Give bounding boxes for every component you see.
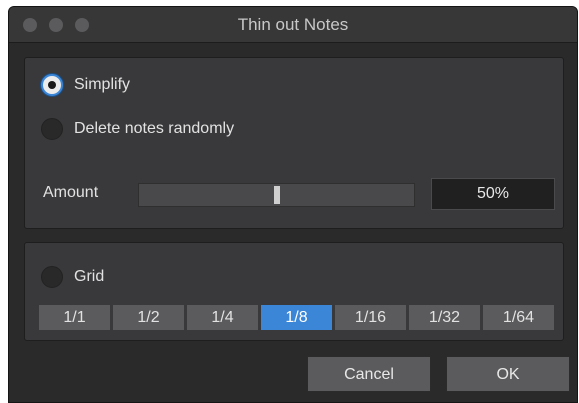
amount-value-field[interactable]: 50% <box>431 178 555 210</box>
grid-option-button[interactable]: 1/1 <box>39 305 110 330</box>
grid-resolution-buttons: 1/1 1/2 1/4 1/8 1/16 1/32 1/64 <box>39 305 554 330</box>
grid-option-button[interactable]: 1/8 <box>261 305 332 330</box>
radio-grid[interactable]: Grid <box>41 264 104 290</box>
ok-button[interactable]: OK <box>446 356 570 392</box>
amount-label: Amount <box>43 184 99 201</box>
radio-button-grid[interactable] <box>41 266 63 288</box>
grid-panel: Grid 1/1 1/2 1/4 1/8 1/16 1/32 1/64 <box>24 242 564 341</box>
amount-slider[interactable] <box>138 183 415 207</box>
radio-label-grid: Grid <box>74 268 105 285</box>
mode-panel: Simplify Delete notes randomly Amount 50… <box>24 57 564 229</box>
grid-option-button[interactable]: 1/32 <box>409 305 480 330</box>
radio-delete-randomly[interactable]: Delete notes randomly <box>41 116 234 142</box>
radio-simplify[interactable]: Simplify <box>41 72 130 98</box>
title-bar: Thin out Notes <box>9 7 577 43</box>
cancel-button[interactable]: Cancel <box>307 356 431 392</box>
dialog-window: Thin out Notes Simplify Delete notes ran… <box>8 6 578 403</box>
radio-label-delete-randomly: Delete notes randomly <box>74 120 235 137</box>
radio-button-delete-randomly[interactable] <box>41 118 63 140</box>
grid-option-button[interactable]: 1/2 <box>113 305 184 330</box>
amount-slider-thumb[interactable] <box>273 186 280 204</box>
dialog-title: Thin out Notes <box>237 15 349 34</box>
radio-button-simplify[interactable] <box>41 74 63 96</box>
grid-option-button[interactable]: 1/64 <box>483 305 554 330</box>
grid-option-button[interactable]: 1/4 <box>187 305 258 330</box>
grid-option-button[interactable]: 1/16 <box>335 305 406 330</box>
radio-label-simplify: Simplify <box>74 76 131 93</box>
